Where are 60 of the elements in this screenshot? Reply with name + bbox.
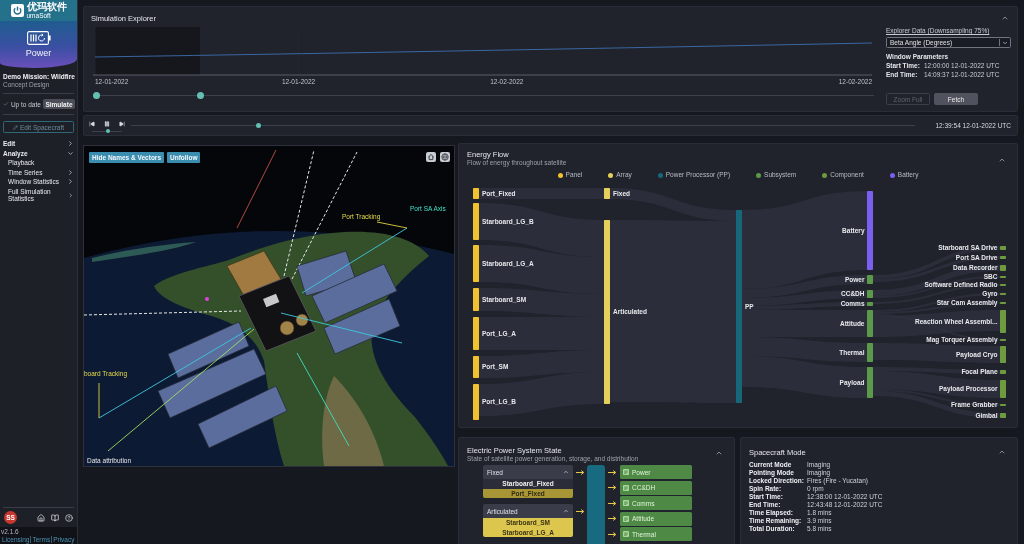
chevron-up-icon[interactable] <box>998 156 1006 164</box>
book-icon[interactable] <box>51 513 59 522</box>
chevron-up-icon[interactable] <box>1001 14 1009 22</box>
panel-node <box>473 203 479 240</box>
subsystem-node <box>867 275 873 284</box>
slider-thumb[interactable] <box>106 129 111 133</box>
globe-icon[interactable] <box>440 152 450 162</box>
subsystem-node <box>867 367 873 398</box>
panel-node <box>473 384 479 420</box>
component-node <box>1000 413 1006 418</box>
chevron-up-icon[interactable] <box>998 448 1006 456</box>
slider-thumb[interactable] <box>93 92 100 99</box>
flow-arrow <box>576 469 585 475</box>
panel-node <box>473 356 479 378</box>
component-node <box>1000 380 1006 398</box>
subsystem-icon <box>623 515 629 522</box>
panel-node <box>473 288 479 311</box>
window-slider[interactable] <box>93 92 874 99</box>
slider-thumb[interactable] <box>197 92 205 99</box>
logo-icon <box>10 4 24 17</box>
panel-node <box>473 245 479 282</box>
pause-icon[interactable] <box>104 121 110 127</box>
subsystem-node <box>867 302 873 306</box>
help-icon[interactable] <box>65 513 73 522</box>
component-node <box>1000 256 1006 259</box>
battery-icon <box>26 31 51 45</box>
panel-node <box>473 317 479 350</box>
component-node <box>1000 246 1006 250</box>
check-icon <box>3 101 9 107</box>
chevron-up-icon[interactable] <box>715 449 723 457</box>
logo-name: 优玛软件 <box>26 2 67 12</box>
home-icon[interactable] <box>37 513 45 522</box>
subsystem-icon <box>623 469 629 475</box>
flow-arrow <box>608 469 617 475</box>
panel-node <box>473 188 479 199</box>
subsystem-icon <box>623 531 629 537</box>
skip-back-icon[interactable] <box>89 121 95 127</box>
marker-icon <box>205 297 209 301</box>
subsystem-node <box>867 310 873 337</box>
module-title: Power <box>25 48 52 58</box>
subsystem-node <box>867 290 873 298</box>
flow-arrow <box>608 500 617 506</box>
slider-thumb[interactable] <box>255 123 261 128</box>
component-node <box>1000 370 1006 374</box>
subsystem-node <box>867 343 873 362</box>
flow-arrow <box>608 531 617 537</box>
flow-arrow <box>608 516 617 521</box>
component-node <box>1000 310 1006 333</box>
home-icon[interactable] <box>426 152 436 162</box>
subsystem-icon <box>623 484 629 491</box>
chevron-down-icon <box>1002 39 1008 46</box>
flow-arrow <box>608 485 617 490</box>
component-node <box>1000 265 1006 271</box>
array-node <box>604 188 610 199</box>
pencil-icon <box>12 124 18 130</box>
component-node <box>1000 346 1006 363</box>
flow-arrow <box>576 508 585 514</box>
skip-forward-icon[interactable] <box>119 121 125 127</box>
speed-slider[interactable] <box>92 129 122 133</box>
subsystem-icon <box>623 500 629 506</box>
